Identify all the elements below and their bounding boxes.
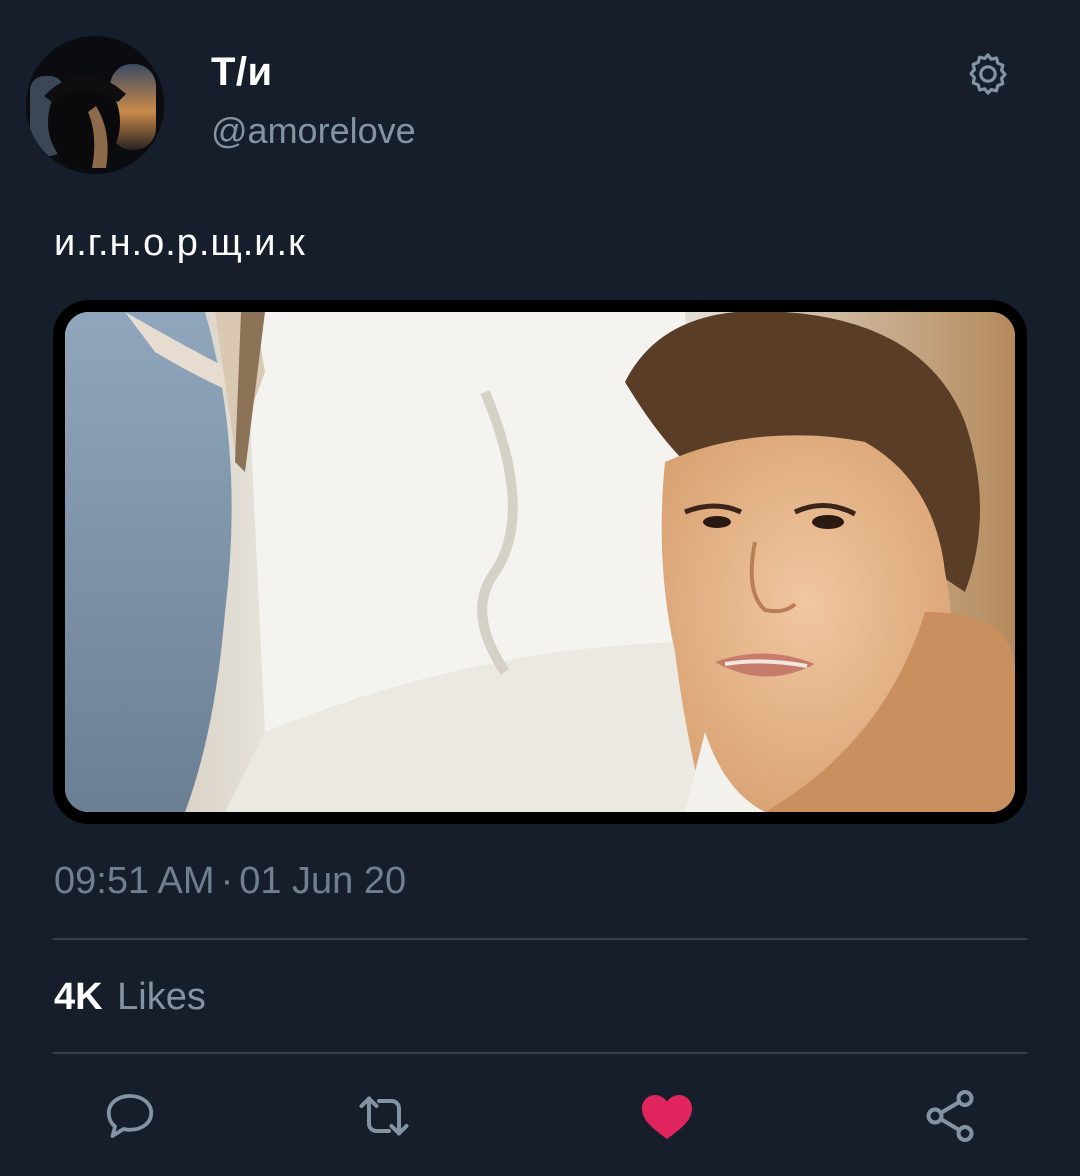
likes-stat[interactable]: 4K Likes [54,976,206,1019]
meta-separator: · [220,860,234,902]
avatar[interactable] [26,36,164,174]
username-handle[interactable]: @amorelove [211,110,416,152]
comment-icon[interactable] [100,1086,160,1146]
retweet-icon[interactable] [354,1086,414,1146]
tweet-date: 01 Jun 20 [239,860,407,902]
likes-count: 4K [54,976,103,1018]
divider [53,1052,1027,1054]
heart-icon[interactable] [636,1086,696,1146]
gear-icon[interactable] [964,50,1012,98]
photo [65,312,1015,812]
tweet-timestamp[interactable]: 09:51 AM · 01 Jun 20 [54,860,406,903]
likes-label: Likes [117,976,206,1018]
tweet-media-image[interactable] [53,300,1027,824]
tweet-text: и.г.н.о.р.щ.и.к [54,222,306,264]
tweet-time: 09:51 AM [54,860,215,902]
share-icon[interactable] [920,1086,980,1146]
display-name[interactable]: Т/и [211,50,273,95]
avatar-image [26,36,164,174]
divider [53,938,1027,940]
